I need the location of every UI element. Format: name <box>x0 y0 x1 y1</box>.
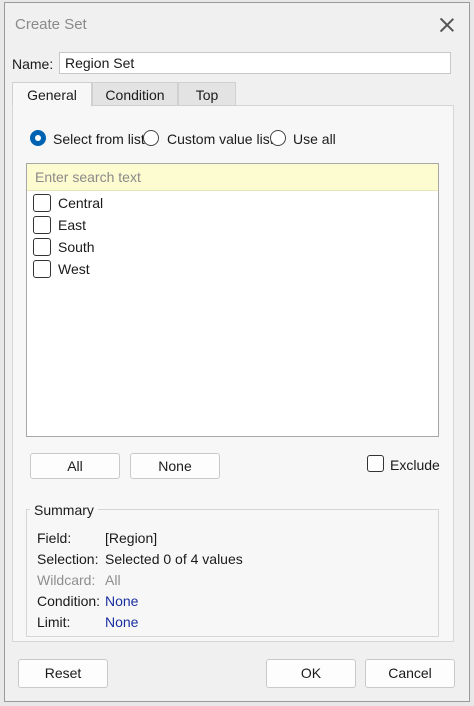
exclude-label[interactable]: Exclude <box>390 457 440 473</box>
search-input[interactable] <box>27 164 438 191</box>
summary-key-selection: Selection: <box>37 551 99 567</box>
summary-key-wildcard: Wildcard: <box>37 572 96 588</box>
checkbox[interactable] <box>33 238 51 256</box>
summary-value-wildcard: All <box>105 572 121 588</box>
ok-button[interactable]: OK <box>266 659 356 688</box>
summary-value-condition[interactable]: None <box>105 593 138 609</box>
list-item-label: East <box>58 217 87 233</box>
custom-value-list-label[interactable]: Custom value list <box>167 131 274 147</box>
use-all-radio[interactable] <box>270 130 286 146</box>
tab-condition[interactable]: Condition <box>92 82 178 106</box>
list-item-label: West <box>58 261 90 277</box>
list-item-label: Central <box>58 195 104 211</box>
checkbox[interactable] <box>33 216 51 234</box>
use-all-label[interactable]: Use all <box>293 131 336 147</box>
select-from-list-label[interactable]: Select from list <box>53 131 145 147</box>
close-icon[interactable] <box>433 11 461 39</box>
summary-title: Summary <box>30 502 98 518</box>
cancel-button[interactable]: Cancel <box>365 659 455 688</box>
summary-key-field: Field: <box>37 530 72 546</box>
reset-button[interactable]: Reset <box>18 659 108 688</box>
dialog-title: Create Set <box>15 16 87 33</box>
none-button[interactable]: None <box>130 453 220 479</box>
summary-key-condition: Condition: <box>37 593 101 609</box>
name-input[interactable] <box>59 52 451 74</box>
list-item-label: South <box>58 239 95 255</box>
summary-value-selection: Selected 0 of 4 values <box>105 551 243 567</box>
checkbox[interactable] <box>33 260 51 278</box>
value-list[interactable]: Central East South West <box>26 163 439 437</box>
name-label: Name: <box>12 56 54 72</box>
summary-value-limit[interactable]: None <box>105 614 138 630</box>
summary-value-field: [Region] <box>105 530 158 546</box>
custom-value-list-radio[interactable] <box>143 130 159 146</box>
tab-top[interactable]: Top <box>178 82 236 106</box>
tab-general[interactable]: General <box>12 82 92 107</box>
title-bar: Create Set <box>5 3 469 47</box>
checkbox[interactable] <box>33 194 51 212</box>
exclude-checkbox[interactable] <box>367 455 384 472</box>
summary-key-limit: Limit: <box>37 614 71 630</box>
select-from-list-radio[interactable] <box>30 130 46 146</box>
all-button[interactable]: All <box>30 453 120 479</box>
